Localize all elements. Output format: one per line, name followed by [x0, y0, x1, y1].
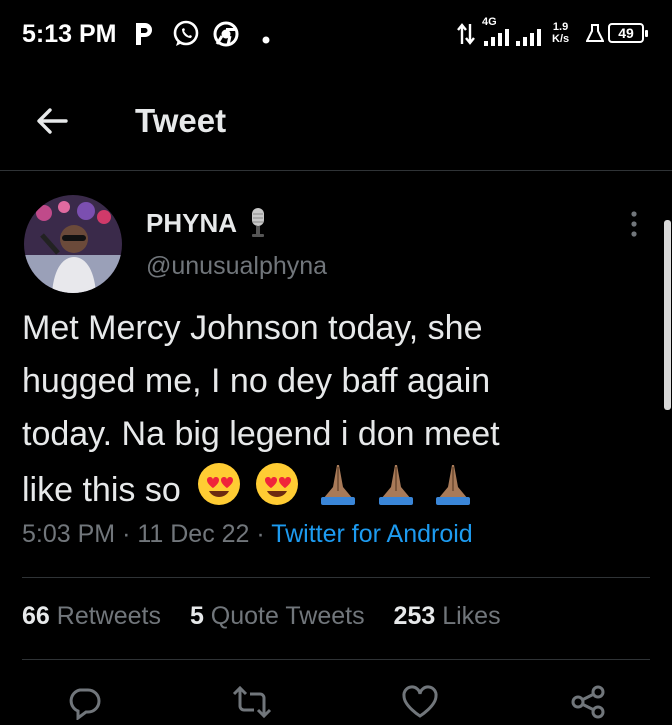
share-icon — [571, 685, 605, 719]
more-vertical-icon — [631, 211, 637, 237]
quotes-label: Quote Tweets — [210, 602, 365, 630]
quote-tweets-stat[interactable]: 5 Quote Tweets — [190, 602, 365, 630]
arrow-left-icon — [37, 108, 68, 134]
tweet-text-fragment: like this so — [22, 470, 181, 509]
tweet-text-line: today. Na big legend i don meet — [22, 415, 500, 453]
retweets-count: 66 — [22, 602, 50, 630]
retweets-label: Retweets — [56, 602, 161, 630]
likes-count: 253 — [393, 602, 436, 630]
folded-hands-emoji — [315, 461, 361, 523]
retweet-button[interactable] — [230, 684, 274, 725]
share-button[interactable] — [568, 684, 608, 725]
heart-eyes-emoji — [196, 461, 242, 523]
signal-4g-icon — [484, 29, 514, 52]
folded-hands-emoji — [430, 461, 476, 523]
tweet-time: 5:03 PM — [22, 520, 116, 548]
author-handle[interactable]: @unusualphyna — [146, 252, 327, 281]
tweet-meta: 5:03 PM · 11 Dec 22 · Twitter for Androi… — [22, 520, 473, 549]
avatar[interactable] — [24, 195, 122, 293]
meta-divider — [22, 577, 650, 578]
status-time: 5:13 PM — [22, 20, 117, 48]
network-type: 4G — [482, 16, 497, 28]
top-app-bar: Tweet — [0, 70, 672, 170]
battery-indicator: 49 — [608, 23, 648, 43]
microphone-icon — [248, 206, 268, 245]
meta-separator: · — [122, 520, 131, 548]
scrollbar[interactable] — [664, 220, 671, 410]
tweet-text-line: Met Mercy Johnson today, she — [22, 309, 483, 347]
tweet-date: 11 Dec 22 — [137, 520, 250, 548]
status-bar: 5:13 PM 4G 1.9 K/s 49 — [0, 0, 672, 70]
heart-eyes-emoji — [254, 461, 300, 523]
retweets-stat[interactable]: 66 Retweets — [22, 602, 161, 630]
tweet-source-link[interactable]: Twitter for Android — [271, 520, 472, 548]
tweet-stats: 66 Retweets 5 Quote Tweets 253 Likes — [22, 602, 523, 631]
meta-separator: · — [256, 520, 265, 548]
signal-icon — [516, 29, 546, 52]
tweet-text-line: hugged me, I no dey baff again — [22, 362, 491, 400]
tweet-actions — [0, 680, 672, 721]
header-divider — [0, 170, 672, 171]
flask-icon — [585, 23, 605, 48]
tweet-text-line: like this so — [22, 461, 642, 523]
page-title: Tweet — [135, 102, 227, 139]
speed-value: 1.9 — [552, 21, 569, 33]
reply-button[interactable] — [66, 684, 102, 725]
dot-icon — [262, 31, 270, 49]
whatsapp-icon — [172, 20, 200, 53]
back-button[interactable] — [30, 98, 76, 144]
p-app-icon — [133, 21, 155, 52]
folded-hands-emoji — [373, 461, 419, 523]
quotes-count: 5 — [189, 602, 204, 630]
network-speed: 1.9 K/s — [552, 21, 569, 45]
stats-divider — [22, 659, 650, 660]
author-name[interactable]: PHYNA — [146, 208, 237, 239]
data-arrows-icon — [456, 22, 476, 51]
retweet-icon — [232, 685, 272, 719]
reply-icon — [69, 688, 101, 721]
likes-label: Likes — [442, 602, 501, 630]
like-button[interactable] — [400, 684, 440, 725]
more-options-button[interactable] — [622, 210, 646, 238]
like-icon — [402, 685, 438, 718]
tweet-text: Met Mercy Johnson today, she hugged me, … — [22, 302, 642, 523]
chrome-icon — [213, 21, 239, 52]
likes-stat[interactable]: 253 Likes — [394, 602, 501, 630]
speed-unit: K/s — [552, 33, 570, 45]
